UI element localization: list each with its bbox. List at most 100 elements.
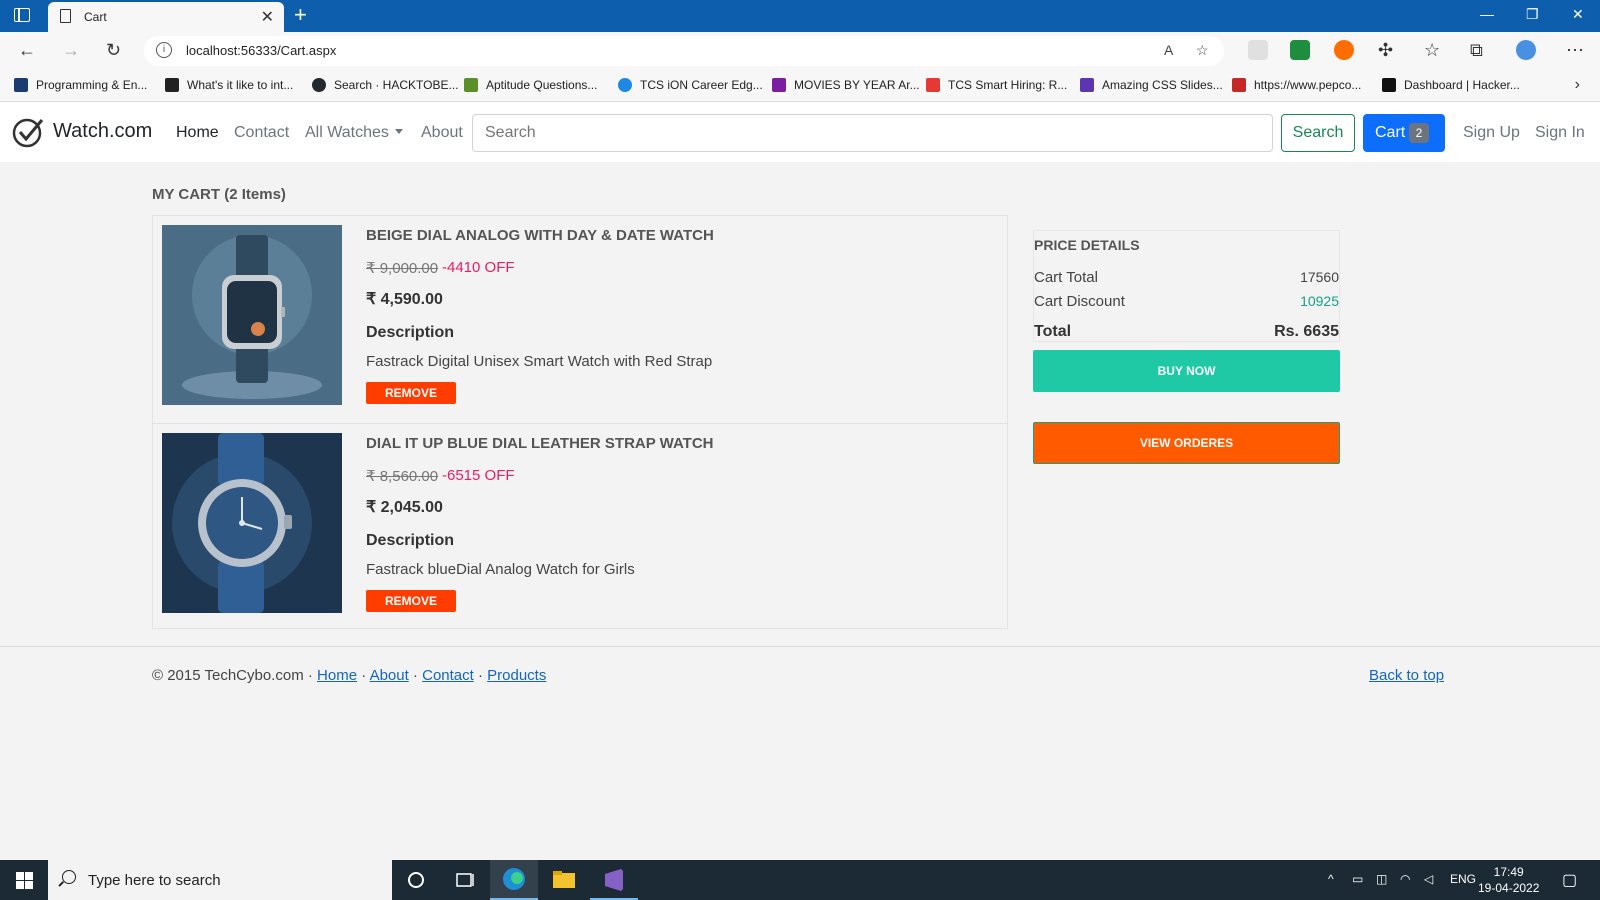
sign-in-link[interactable]: Sign In — [1535, 124, 1585, 142]
nav-home[interactable]: Home — [176, 124, 219, 142]
sign-up-link[interactable]: Sign Up — [1463, 124, 1520, 142]
windows-taskbar: Type here to search ^ ▭ ◫ ◠ ◁ ENG 17:49 … — [0, 860, 1600, 900]
remove-button[interactable]: REMOVE — [366, 382, 456, 404]
taskbar-search-box[interactable]: Type here to search — [48, 860, 392, 900]
footer: © 2015 TechCybo.com · Home · About · Con… — [152, 667, 546, 684]
nav-about[interactable]: About — [421, 124, 463, 142]
tab-close-icon[interactable]: ✕ — [261, 7, 274, 27]
cart-heading: MY CART (2 Items) — [152, 186, 286, 203]
product-image[interactable] — [162, 225, 342, 405]
checkmark-logo-icon[interactable] — [12, 116, 44, 148]
visual-studio-icon[interactable] — [590, 860, 638, 900]
chevron-right-icon[interactable]: › — [1575, 76, 1580, 94]
copyright-text: © 2015 TechCybo.com · — [152, 667, 318, 684]
page-icon — [60, 9, 71, 23]
wifi-icon[interactable]: ◠ — [1400, 872, 1410, 886]
extension-icon[interactable] — [1248, 40, 1268, 60]
camera-icon[interactable]: ◫ — [1376, 872, 1387, 886]
notifications-icon[interactable]: ▢ — [1562, 870, 1577, 890]
file-explorer-icon[interactable] — [540, 860, 588, 900]
bookmark-icon — [464, 78, 478, 92]
bookmarks-bar: Programming & En... What's it like to in… — [0, 70, 1600, 102]
bookmark-icon — [14, 78, 28, 92]
bookmark-item[interactable]: MOVIES BY YEAR Ar... — [772, 78, 920, 92]
bookmark-item[interactable]: https://www.pepco... — [1232, 78, 1361, 92]
search-input[interactable] — [472, 114, 1273, 152]
bookmark-item[interactable]: Dashboard | Hacker... — [1382, 78, 1520, 92]
original-price: ₹ 8,560.00 — [366, 468, 439, 485]
show-hidden-icons[interactable]: ^ — [1328, 872, 1334, 886]
collections-icon[interactable]: ⧉ — [1470, 40, 1483, 61]
search-button[interactable]: Search — [1281, 114, 1355, 152]
back-to-top-link[interactable]: Back to top — [1369, 667, 1444, 684]
product-image[interactable] — [162, 433, 342, 613]
extensions-icon[interactable]: ✣ — [1378, 40, 1393, 61]
footer-separator: · — [408, 667, 423, 684]
total-row: Total Rs. 6635 — [1034, 323, 1339, 341]
footer-link-contact[interactable]: Contact — [422, 667, 474, 684]
windows-start-icon[interactable] — [16, 872, 33, 889]
profile-icon[interactable] — [1516, 40, 1536, 60]
extension-sheets-icon[interactable] — [1290, 40, 1310, 60]
github-icon — [312, 78, 326, 92]
bookmark-item[interactable]: TCS Smart Hiring: R... — [926, 78, 1067, 92]
address-bar-row: ← → ↻ i localhost:56333/Cart.aspx A ☆ ✣ … — [0, 32, 1600, 70]
url-field[interactable]: i localhost:56333/Cart.aspx A ☆ — [144, 36, 1224, 66]
site-info-icon[interactable]: i — [156, 42, 172, 58]
hackerrank-icon — [1382, 78, 1396, 92]
add-favorite-icon[interactable]: ☆ — [1196, 42, 1209, 59]
product-price: ₹ 4,590.00 — [366, 291, 443, 308]
battery-icon[interactable]: ▭ — [1352, 872, 1363, 886]
cart-item: DIAL IT UP BLUE DIAL LEATHER STRAP WATCH… — [153, 423, 1007, 630]
nav-contact[interactable]: Contact — [234, 124, 289, 142]
taskbar-search-placeholder: Type here to search — [88, 872, 221, 889]
edge-icon[interactable] — [490, 860, 538, 900]
clock-date: 19-04-2022 — [1478, 881, 1540, 895]
cortana-icon[interactable] — [392, 860, 440, 900]
product-title[interactable]: BEIGE DIAL ANALOG WITH DAY & DATE WATCH — [366, 227, 714, 244]
volume-icon[interactable]: ◁ — [1424, 872, 1433, 886]
cart-button[interactable]: Cart 2 — [1363, 114, 1445, 152]
bookmark-item[interactable]: Aptitude Questions... — [464, 78, 597, 92]
forward-icon[interactable]: → — [62, 40, 80, 61]
power-icon — [618, 78, 632, 92]
read-aloud-icon[interactable]: A — [1164, 42, 1173, 58]
new-tab-icon[interactable]: + — [294, 2, 307, 28]
favorites-icon[interactable]: ☆ — [1424, 40, 1440, 61]
sidebar-toggle-icon[interactable] — [14, 8, 30, 22]
footer-link-about[interactable]: About — [370, 667, 409, 684]
cart-discount-label: Cart Discount — [1034, 293, 1125, 310]
language-indicator[interactable]: ENG — [1450, 872, 1476, 886]
more-menu-icon[interactable]: ⋯ — [1566, 40, 1584, 61]
bookmark-icon — [1080, 78, 1094, 92]
original-price: ₹ 9,000.00 — [366, 260, 439, 277]
view-orders-button[interactable]: VIEW ORDERES — [1033, 422, 1340, 464]
brand-name[interactable]: Watch.com — [53, 120, 152, 143]
url-text[interactable]: localhost:56333/Cart.aspx — [186, 43, 336, 58]
footer-link-products[interactable]: Products — [487, 667, 546, 684]
task-view-icon[interactable] — [440, 860, 488, 900]
browser-tab[interactable]: Cart ✕ — [48, 2, 284, 32]
footer-link-home[interactable]: Home — [317, 667, 357, 684]
bookmark-item[interactable]: TCS iON Career Edg... — [618, 78, 763, 92]
bookmark-item[interactable]: Search · HACKTOBE... — [312, 78, 458, 92]
caret-down-icon — [394, 129, 403, 134]
product-title[interactable]: DIAL IT UP BLUE DIAL LEATHER STRAP WATCH — [366, 435, 714, 452]
window-close-icon[interactable]: ✕ — [1572, 6, 1584, 23]
clock-time: 17:49 — [1493, 865, 1524, 879]
nav-all-watches[interactable]: All Watches — [305, 124, 403, 142]
minimize-icon[interactable]: — — [1480, 6, 1494, 22]
search-icon — [62, 870, 76, 884]
discount-amount: -4410 OFF — [442, 259, 515, 276]
clock[interactable]: 17:49 19-04-2022 — [1478, 864, 1539, 896]
refresh-icon[interactable]: ↻ — [106, 40, 121, 61]
buy-now-button[interactable]: BUY NOW — [1033, 350, 1340, 392]
bookmark-item[interactable]: What's it like to int... — [165, 78, 293, 92]
bookmark-item[interactable]: Programming & En... — [14, 78, 147, 92]
back-icon[interactable]: ← — [18, 40, 36, 61]
bookmark-item[interactable]: Amazing CSS Slides... — [1080, 78, 1223, 92]
restore-icon[interactable]: ❐ — [1526, 6, 1539, 23]
extension-orange-icon[interactable] — [1334, 40, 1354, 60]
site-navbar: Watch.com Home Contact All Watches About… — [0, 102, 1600, 162]
remove-button[interactable]: REMOVE — [366, 590, 456, 612]
